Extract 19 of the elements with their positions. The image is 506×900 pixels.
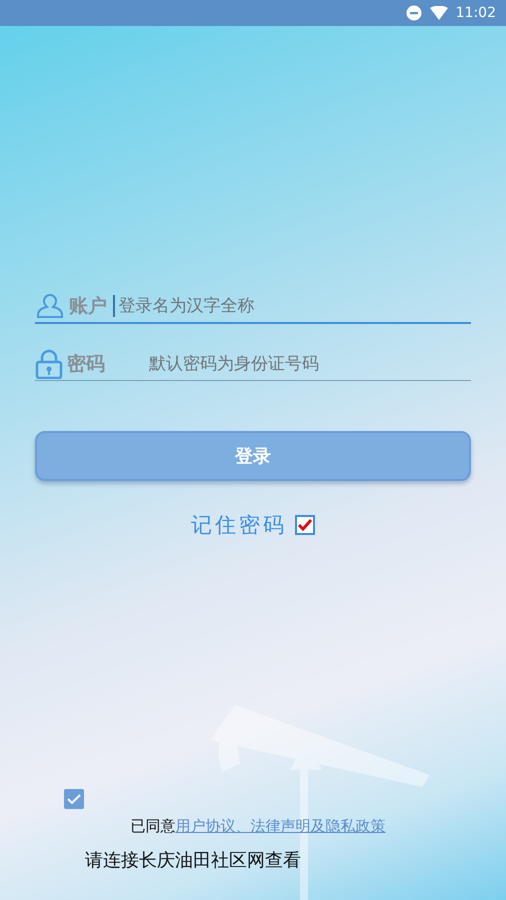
notice-text: 请连接长庆油田社区网查看 xyxy=(85,849,302,872)
status-time: 11:02 xyxy=(456,5,496,21)
field-label: 密码 xyxy=(67,352,105,377)
do-not-disturb-icon xyxy=(406,5,422,21)
user-icon xyxy=(35,293,65,319)
lock-icon xyxy=(35,349,63,379)
remember-label: 记住密码 xyxy=(191,512,287,539)
remember-checkbox[interactable] xyxy=(295,515,315,535)
agree-text: 已同意 xyxy=(130,817,176,836)
input-field[interactable]: 登录名为汉字全称 xyxy=(118,296,471,316)
policy-link[interactable]: 用户协议、法律声明及隐私政策 xyxy=(176,817,386,836)
check-icon xyxy=(67,794,81,804)
wifi-icon xyxy=(430,6,448,20)
input-field[interactable]: 默认密码为身份证号码 xyxy=(149,354,471,374)
field-label: 账户 xyxy=(69,294,107,319)
agree-checkbox[interactable] xyxy=(64,789,84,809)
text-cursor xyxy=(113,295,114,317)
login-button[interactable]: 登录 xyxy=(35,431,471,481)
check-icon xyxy=(298,519,312,531)
